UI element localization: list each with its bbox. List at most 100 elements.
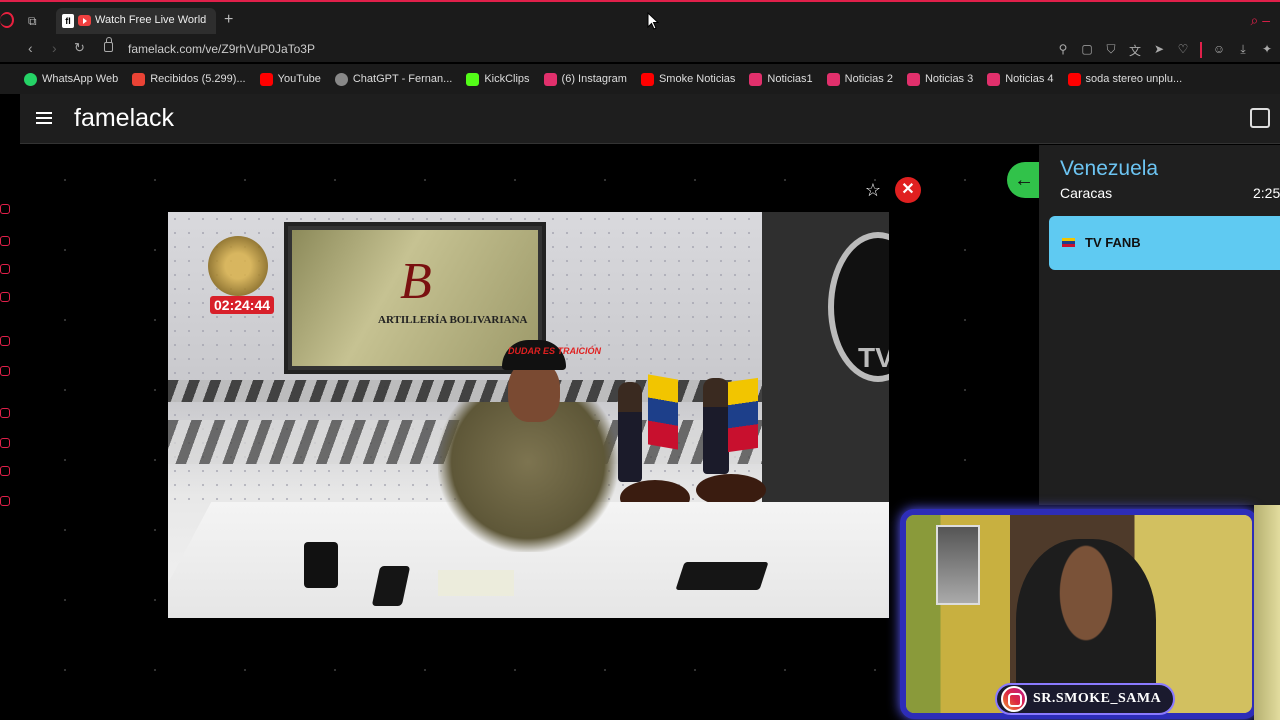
extension-toolbar: ⚲ ▢ ⛉ 文 ➤ ♡ ☺ ⤓ ✦ (1056, 42, 1274, 59)
screen: ⧉ fl Watch Free Live World + ⌕ ‒ ‹ › ↻ f… (0, 0, 1280, 720)
youtube-icon (1067, 72, 1081, 86)
bust-figure (703, 378, 729, 474)
instagram-icon (543, 72, 557, 86)
tv-logo-text: TV (858, 342, 889, 373)
site-logo[interactable]: famelack (74, 104, 174, 133)
reload-icon[interactable]: ↻ (74, 40, 85, 56)
menu-icon[interactable] (36, 112, 52, 124)
sidebar-aria-icon[interactable] (0, 204, 10, 214)
youtube-icon (640, 72, 654, 86)
venezuela-flag (648, 374, 678, 450)
sidebar-player-icon[interactable] (0, 408, 10, 418)
bookmark-smoke-noticias[interactable]: Smoke Noticias (640, 72, 735, 86)
venezuela-flag (728, 377, 758, 453)
youtube-icon (259, 72, 273, 86)
playing-video-icon (78, 15, 91, 26)
forward-arrow-icon[interactable]: › (52, 40, 57, 56)
tab-workspaces-icon[interactable]: ⧉ (28, 14, 37, 29)
new-tab-button[interactable]: + (224, 12, 233, 28)
bookmark-noticias3[interactable]: Noticias 3 (906, 72, 973, 86)
instagram-handle: SR.SMOKE_SAMA (1033, 691, 1162, 706)
opera-logo-icon[interactable] (0, 12, 14, 28)
channel-panel: Venezuela Caracas 2:25 TV FANB (1039, 145, 1280, 505)
sidebar-ai-icon[interactable] (0, 236, 10, 246)
sidebar-settings-icon[interactable] (0, 496, 10, 506)
gmail-icon (132, 72, 146, 86)
instagram-icon (987, 72, 1001, 86)
bookmarks-bar: WhatsApp Web Recibidos (5.299)... YouTub… (0, 64, 1280, 94)
address-bar: ‹ › ↻ famelack.com/ve/Z9rhVuP0JaTo3P ⚲ ▢… (0, 37, 1280, 62)
channel-item[interactable]: TV FANB (1049, 216, 1280, 270)
sidebar-twitch-icon[interactable] (0, 336, 10, 346)
snapshot-icon[interactable]: ▢ (1080, 42, 1094, 59)
site-header: famelack (20, 94, 1280, 144)
painting-emblem: B (400, 253, 432, 310)
bookmark-noticias4[interactable]: Noticias 4 (987, 72, 1054, 86)
wall-poster (936, 525, 980, 605)
sidebar-messenger-icon[interactable] (0, 264, 10, 274)
download-icon[interactable]: ⤓ (1236, 42, 1250, 59)
back-arrow-button[interactable]: ← (1007, 162, 1041, 198)
instagram-icon (826, 72, 840, 86)
bookmark-youtube[interactable]: YouTube (259, 72, 321, 86)
instagram-icon (749, 72, 763, 86)
bust-figure (618, 382, 642, 482)
bookmark-noticias1[interactable]: Noticias1 (749, 72, 813, 86)
sidebar-heart-icon[interactable] (0, 466, 10, 476)
bookmark-noticias2[interactable]: Noticias 2 (826, 72, 893, 86)
painting-caption: ARTILLERÍA BOLIVARIANA (378, 314, 528, 326)
favorite-star-icon[interactable]: ☆ (862, 179, 884, 201)
bookmark-whatsapp[interactable]: WhatsApp Web (24, 72, 118, 86)
close-player-button[interactable]: ✕ (895, 177, 921, 203)
heart-icon[interactable]: ♡ (1176, 42, 1190, 59)
shield-icon[interactable]: ⛉ (1104, 42, 1118, 59)
browser-tab-bar: ⧉ fl Watch Free Live World + ⌕ ‒ (0, 0, 1280, 38)
toolbar-divider (1200, 42, 1202, 58)
presenter (438, 402, 618, 552)
pen-cup (304, 542, 338, 588)
opera-sidebar (0, 94, 18, 720)
instagram-icon (906, 72, 920, 86)
sidebar-history-icon[interactable] (0, 438, 10, 448)
city-label: Caracas (1060, 185, 1113, 201)
sidebar-whatsapp-icon[interactable] (0, 292, 10, 302)
pin-icon[interactable]: ⚲ (1056, 42, 1070, 59)
lock-icon[interactable] (104, 37, 113, 52)
sidebar-x-icon[interactable] (0, 366, 10, 376)
webcam-overlay: SR.SMOKE_SAMA (900, 505, 1280, 720)
extensions-icon[interactable]: ✦ (1260, 42, 1274, 59)
wall-stripe-band (168, 380, 768, 402)
instagram-icon (1001, 686, 1027, 712)
chatgpt-icon (334, 72, 348, 86)
paper-sheet (438, 570, 514, 596)
cap-slogan: DUDAR ES TRAICIÓN (508, 346, 602, 356)
country-title: Venezuela (1060, 157, 1159, 180)
local-time: 2:25 (1253, 185, 1280, 201)
channel-name: TV FANB (1085, 235, 1141, 250)
kick-icon (466, 72, 480, 86)
globe-view-icon[interactable] (1250, 108, 1270, 128)
translate-icon[interactable]: 文 (1128, 42, 1142, 59)
bookmark-gmail[interactable]: Recibidos (5.299)... (132, 72, 246, 86)
channel-logo (208, 236, 268, 296)
send-icon[interactable]: ➤ (1152, 42, 1166, 59)
curtain (1254, 505, 1280, 720)
bookmark-instagram[interactable]: (6) Instagram (543, 72, 627, 86)
video-player[interactable]: 02:24:44 B ARTILLERÍA BOLIVARIANA TV DUD… (168, 212, 889, 618)
bookmark-kickclips[interactable]: KickClips (466, 72, 530, 86)
instagram-handle-badge: SR.SMOKE_SAMA (995, 683, 1175, 715)
browser-tab-active[interactable]: fl Watch Free Live World (56, 8, 216, 34)
notebook (675, 562, 769, 590)
video-clock: 02:24:44 (210, 296, 275, 314)
profile-icon[interactable]: ☺ (1212, 42, 1226, 59)
famelack-favicon-icon: fl (62, 14, 74, 28)
bust-base (696, 474, 766, 506)
tab-title: Watch Free Live World (95, 14, 207, 26)
tab-search-icon[interactable]: ⌕ ‒ (1250, 12, 1270, 29)
bookmark-soda-stereo[interactable]: soda stereo unplu... (1067, 72, 1182, 86)
back-arrow-icon[interactable]: ‹ (28, 40, 33, 56)
venezuela-flag-icon (1062, 238, 1075, 247)
bookmark-chatgpt[interactable]: ChatGPT - Fernan... (334, 72, 452, 86)
whatsapp-icon (24, 72, 37, 86)
url-field[interactable]: famelack.com/ve/Z9rhVuP0JaTo3P (128, 42, 315, 56)
